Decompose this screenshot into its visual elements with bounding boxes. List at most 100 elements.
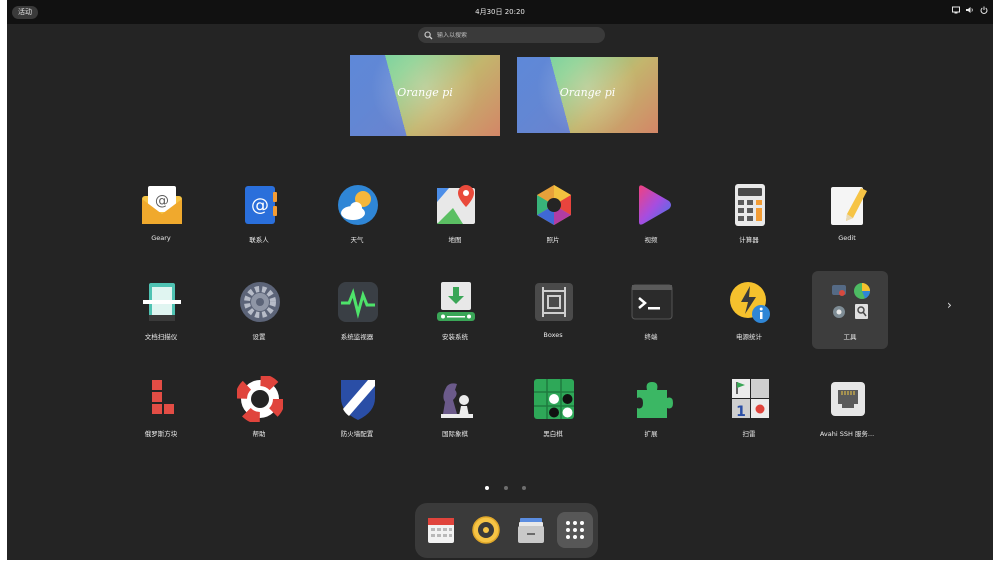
page-dot-3[interactable]: [522, 486, 526, 490]
search-input[interactable]: [437, 31, 597, 39]
next-page-arrow-icon[interactable]: ›: [947, 298, 952, 312]
app-settings[interactable]: 设置: [221, 271, 297, 349]
app-label: 文档扫描仪: [144, 333, 178, 341]
maps-icon: [437, 185, 475, 224]
app-label: 视频: [644, 236, 658, 244]
terminal-icon: [631, 284, 673, 320]
app-power-statistics[interactable]: 电源统计: [711, 271, 787, 349]
system-tray[interactable]: [952, 6, 988, 14]
workspace-thumbnail-2[interactable]: Orange pi: [517, 57, 658, 133]
clock[interactable]: 4月30日 20:20: [7, 5, 993, 19]
app-label: 防火墙配置: [340, 430, 374, 438]
boxes-icon: [535, 283, 573, 321]
app-label: 安装系统: [442, 333, 468, 341]
app-label: 工具: [843, 333, 857, 341]
weather-icon: [338, 185, 378, 225]
top-bar: 活动 4月30日 20:20: [7, 0, 993, 24]
app-label: 扩展: [644, 430, 658, 438]
minesweeper-icon: 1: [732, 379, 769, 420]
app-label: Gedit: [838, 234, 856, 242]
app-gedit[interactable]: Gedit: [809, 174, 885, 252]
dash-rhythmbox[interactable]: [468, 512, 504, 548]
workspace-thumbnail-1[interactable]: Orange pi: [350, 55, 500, 136]
app-label: 设置: [252, 333, 266, 341]
firewall-shield-icon: [341, 380, 375, 420]
app-install-system[interactable]: 安装系统: [417, 271, 493, 349]
app-firewall[interactable]: 防火墙配置: [319, 368, 395, 446]
app-label: Avahi SSH 服务...: [819, 430, 875, 438]
app-reversi[interactable]: 黑白棋: [515, 368, 591, 446]
app-video[interactable]: 视频: [613, 174, 689, 252]
power-icon[interactable]: [980, 6, 988, 14]
extensions-puzzle-icon: [637, 382, 673, 418]
app-label: 俄罗斯方块: [144, 430, 178, 438]
app-label: 电源统计: [736, 333, 762, 341]
show-apps-button[interactable]: [557, 512, 593, 548]
app-label: 天气: [350, 236, 364, 244]
app-calculator[interactable]: 计算器: [711, 174, 787, 252]
app-chess[interactable]: 国际象棋: [417, 368, 493, 446]
svg-text:@: @: [251, 195, 269, 216]
volume-icon[interactable]: [966, 6, 974, 14]
app-label: 照片: [546, 236, 560, 244]
app-system-monitor[interactable]: 系统监视器: [319, 271, 395, 349]
app-document-scanner[interactable]: 文档扫描仪: [123, 271, 199, 349]
workspace-logo: Orange pi: [559, 86, 616, 99]
app-folder-utilities[interactable]: 工具: [812, 271, 888, 349]
workspace-logo: Orange pi: [397, 86, 453, 99]
install-system-icon: [437, 282, 475, 321]
app-minesweeper[interactable]: 1 扫雷: [711, 368, 787, 446]
dash-calendar[interactable]: [423, 512, 459, 548]
tetris-icon: [152, 380, 174, 414]
dash-files[interactable]: [513, 512, 549, 548]
svg-text:@: @: [155, 193, 169, 209]
system-monitor-icon: [338, 282, 378, 322]
power-statistics-icon: [730, 282, 770, 323]
app-label: 黑白棋: [543, 430, 563, 438]
app-boxes[interactable]: Boxes: [515, 271, 591, 349]
app-help[interactable]: 帮助: [221, 368, 297, 446]
help-lifebuoy-icon: [237, 376, 283, 422]
app-label: 扫雷: [742, 430, 756, 438]
app-label: 系统监视器: [340, 333, 374, 341]
reversi-icon: [534, 379, 574, 419]
app-avahi-ssh[interactable]: Avahi SSH 服务...: [809, 368, 885, 446]
calendar-icon: [428, 518, 454, 543]
app-extensions[interactable]: 扩展: [613, 368, 689, 446]
rhythmbox-icon: [472, 516, 500, 544]
app-label: 计算器: [739, 236, 759, 244]
app-label: Boxes: [543, 331, 563, 339]
page-dot-2[interactable]: [504, 486, 508, 490]
files-icon: [518, 518, 544, 543]
app-geary[interactable]: @ Geary: [123, 174, 199, 252]
dash: [415, 503, 598, 558]
ssh-server-icon: [831, 382, 865, 416]
mail-envelope-icon: @: [142, 186, 182, 224]
app-contacts[interactable]: @ 联系人: [221, 174, 297, 252]
app-label: 联系人: [249, 236, 269, 244]
settings-gear-icon: [240, 282, 280, 322]
app-weather[interactable]: 天气: [319, 174, 395, 252]
app-maps[interactable]: 地图: [417, 174, 493, 252]
app-label: 帮助: [252, 430, 266, 438]
app-label: 地图: [448, 236, 462, 244]
search-icon: [424, 30, 433, 39]
app-terminal[interactable]: 终端: [613, 271, 689, 349]
desktop-overview: 活动 4月30日 20:20 Orange pi Orange pi @ Gea…: [7, 0, 993, 560]
calculator-icon: [735, 184, 765, 226]
app-label: 终端: [644, 333, 658, 341]
chess-icon: [441, 383, 473, 418]
video-play-icon: [639, 185, 671, 225]
contacts-at-icon: @: [245, 186, 277, 224]
text-editor-icon: [831, 187, 867, 225]
page-dot-1[interactable]: [485, 486, 489, 490]
app-label: Geary: [151, 234, 171, 242]
app-label: 国际象棋: [442, 430, 468, 438]
svg-text:1: 1: [736, 404, 746, 420]
scanner-icon: [143, 283, 181, 321]
photos-icon: [537, 185, 571, 225]
screen-icon[interactable]: [952, 6, 960, 14]
app-photos[interactable]: 照片: [515, 174, 591, 252]
app-tetris[interactable]: 俄罗斯方块: [123, 368, 199, 446]
search-bar[interactable]: [418, 27, 605, 43]
